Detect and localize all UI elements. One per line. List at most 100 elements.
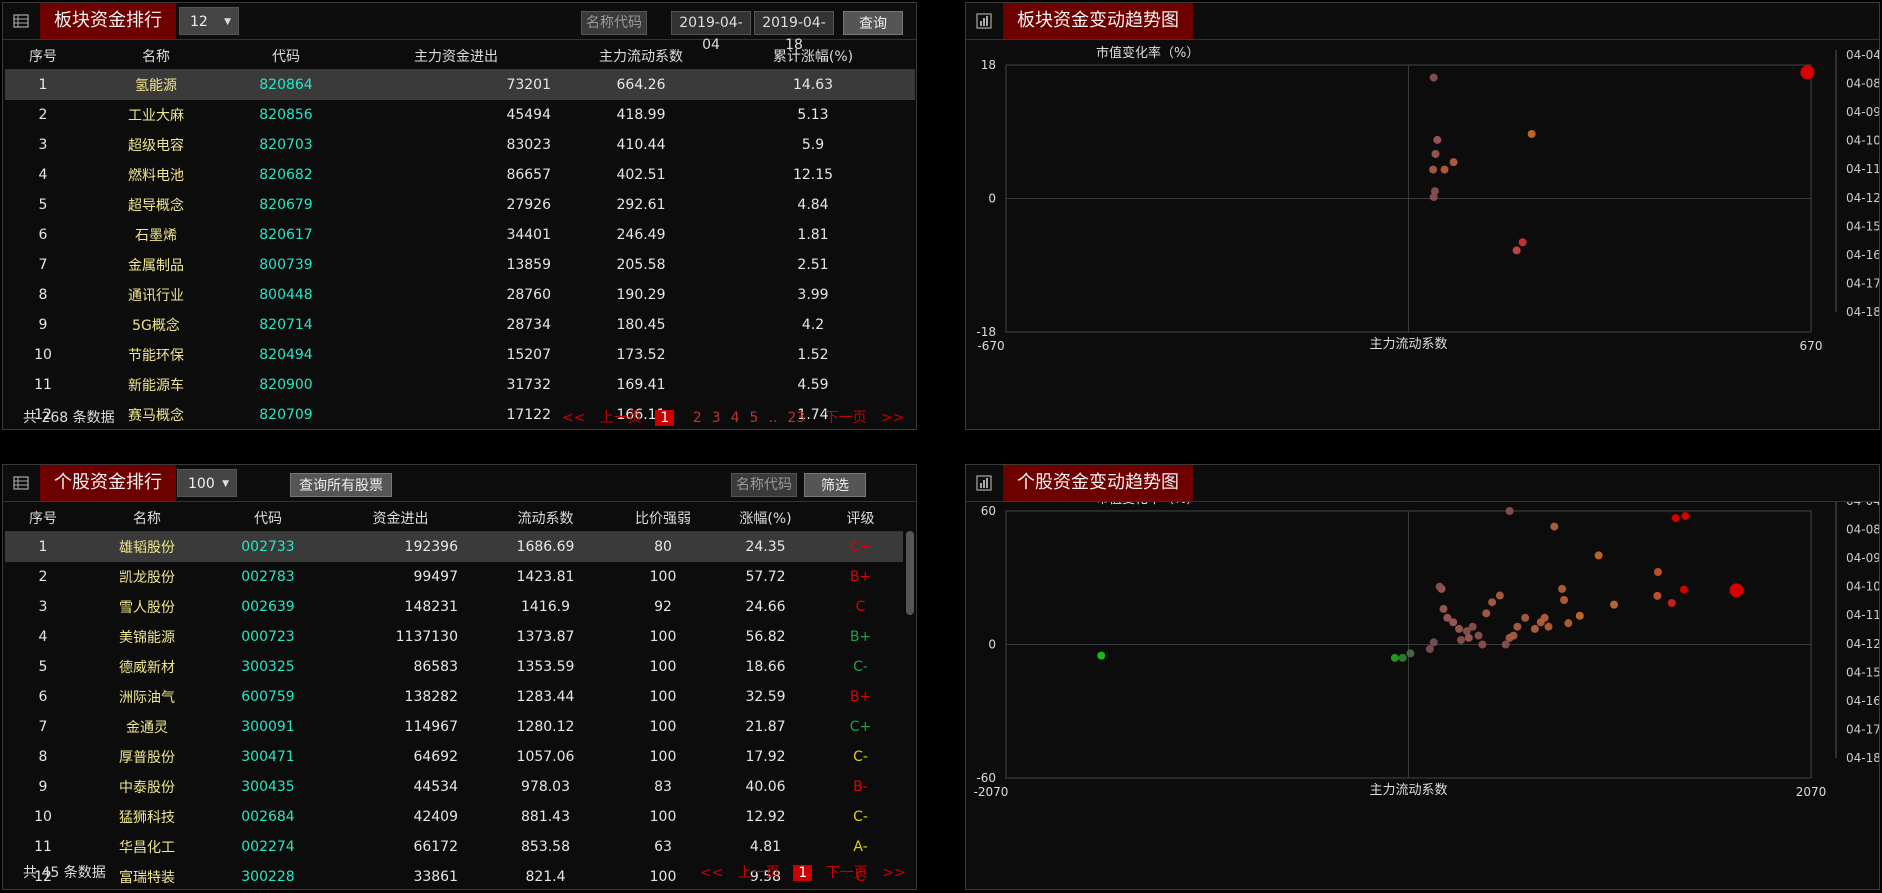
table-row[interactable]: 6 石墨烯 820617 34401 246.49 1.81 bbox=[5, 220, 915, 250]
scatter-point[interactable] bbox=[1512, 246, 1521, 255]
table-row[interactable]: 11 新能源车 820900 31732 169.41 4.59 bbox=[5, 370, 915, 400]
table-row[interactable]: 10 节能环保 820494 15207 173.52 1.52 bbox=[5, 340, 915, 370]
column-header[interactable]: 流动系数 bbox=[478, 505, 613, 532]
table-row[interactable]: 10 猛狮科技 002684 42409 881.43 100 12.92 C- bbox=[5, 802, 903, 832]
pager-prev-button[interactable]: 上一页 bbox=[600, 407, 642, 427]
timeline-date[interactable]: 04-15 bbox=[1846, 219, 1879, 233]
table-row[interactable]: 7 金通灵 300091 114967 1280.12 100 21.87 C+ bbox=[5, 712, 903, 742]
pager-page-link[interactable]: 3 bbox=[712, 410, 721, 426]
query-all-stocks-button[interactable]: 查询所有股票 bbox=[290, 473, 392, 497]
table-row[interactable]: 9 中泰股份 300435 44534 978.03 83 40.06 B- bbox=[5, 772, 903, 802]
column-header[interactable]: 主力资金进出 bbox=[341, 43, 571, 70]
timeline-date[interactable]: 04-09 bbox=[1846, 105, 1879, 119]
scatter-point[interactable] bbox=[1501, 640, 1510, 649]
timeline-date[interactable]: 04-04 bbox=[1846, 48, 1879, 62]
scatter-point[interactable] bbox=[1431, 150, 1440, 158]
pager-page-link[interactable]: 23 bbox=[787, 410, 805, 426]
timeline-date[interactable]: 04-08 bbox=[1846, 523, 1879, 537]
scatter-point[interactable] bbox=[1425, 644, 1434, 653]
scatter-point[interactable] bbox=[1653, 591, 1662, 600]
column-header[interactable]: 涨幅(%) bbox=[713, 505, 818, 532]
column-header[interactable]: 主力流动系数 bbox=[571, 43, 711, 70]
scatter-point[interactable] bbox=[1558, 584, 1567, 593]
scatter-point[interactable] bbox=[1667, 598, 1676, 607]
scatter-point[interactable] bbox=[1560, 596, 1569, 604]
table-row[interactable]: 9 5G概念 820714 28734 180.45 4.2 bbox=[5, 310, 915, 340]
scatter-point[interactable] bbox=[1462, 627, 1471, 636]
scatter-point[interactable] bbox=[1429, 165, 1438, 174]
sector-page-size-select[interactable]: 12 ▼ bbox=[179, 7, 239, 35]
stock-search-input[interactable]: 名称代码 bbox=[731, 473, 797, 497]
timeline-date[interactable]: 04-08 bbox=[1846, 77, 1879, 91]
pager-first-button[interactable]: << bbox=[700, 865, 723, 881]
scatter-point[interactable] bbox=[1455, 624, 1464, 633]
table-row[interactable]: 3 雪人股份 002639 148231 1416.9 92 24.66 C bbox=[5, 592, 903, 622]
timeline-date[interactable]: 04-04 bbox=[1846, 502, 1879, 508]
scatter-point[interactable] bbox=[1505, 633, 1514, 642]
pager-prev-button[interactable]: 上一页 bbox=[738, 862, 780, 882]
sector-search-input[interactable]: 名称代码 bbox=[581, 11, 647, 35]
column-header[interactable]: 资金进出 bbox=[323, 505, 478, 532]
scatter-point[interactable] bbox=[1495, 591, 1504, 600]
timeline-date[interactable]: 04-09 bbox=[1846, 551, 1879, 565]
timeline-date[interactable]: 04-18 bbox=[1846, 751, 1879, 765]
scatter-point[interactable] bbox=[1653, 567, 1662, 576]
scatter-point[interactable] bbox=[1439, 604, 1448, 613]
column-header[interactable]: 序号 bbox=[5, 43, 81, 70]
scatter-point[interactable] bbox=[1671, 514, 1680, 523]
table-row[interactable]: 5 德威新材 300325 86583 1353.59 100 18.66 C- bbox=[5, 652, 903, 682]
pager-first-button[interactable]: << bbox=[562, 410, 585, 426]
table-row[interactable]: 5 超导概念 820679 27926 292.61 4.84 bbox=[5, 190, 915, 220]
scatter-point[interactable] bbox=[1443, 613, 1452, 622]
timeline-date[interactable]: 04-16 bbox=[1846, 248, 1879, 262]
scatter-point[interactable] bbox=[1505, 507, 1514, 515]
column-header[interactable]: 累计涨幅(%) bbox=[711, 43, 915, 70]
scatter-point[interactable] bbox=[1518, 238, 1527, 247]
timeline-date[interactable]: 04-15 bbox=[1846, 665, 1879, 679]
timeline-date[interactable]: 04-12 bbox=[1846, 637, 1879, 651]
scatter-point[interactable] bbox=[1429, 638, 1438, 647]
column-header[interactable]: 序号 bbox=[5, 505, 81, 532]
timeline-date[interactable]: 04-17 bbox=[1846, 276, 1879, 290]
pager-current-page[interactable]: 1 bbox=[793, 865, 813, 881]
pager-last-button[interactable]: >> bbox=[882, 865, 905, 881]
table-row[interactable]: 11 华昌化工 002274 66172 853.58 63 4.81 A- bbox=[5, 832, 903, 862]
pager-next-button[interactable]: 下一页 bbox=[826, 862, 868, 882]
scatter-point[interactable] bbox=[1530, 624, 1539, 633]
table-row[interactable]: 6 洲际油气 600759 138282 1283.44 100 32.59 B+ bbox=[5, 682, 903, 712]
table-row[interactable]: 4 美锦能源 000723 1137130 1373.87 100 56.82 B+ bbox=[5, 622, 903, 652]
scatter-point[interactable] bbox=[1435, 582, 1444, 591]
timeline-date[interactable]: 04-18 bbox=[1846, 305, 1879, 319]
stock-table-scrollbar[interactable] bbox=[906, 531, 914, 615]
pager-next-button[interactable]: 下一页 bbox=[825, 407, 867, 427]
pager-page-link[interactable]: .. bbox=[768, 410, 777, 426]
timeline-date[interactable]: 04-11 bbox=[1846, 162, 1879, 176]
column-header[interactable]: 代码 bbox=[213, 505, 323, 532]
pager-page-link[interactable]: 5 bbox=[750, 410, 759, 426]
table-row[interactable]: 1 氢能源 820864 73201 664.26 14.63 bbox=[5, 69, 915, 100]
pager-page-link[interactable]: 4 bbox=[731, 410, 740, 426]
scatter-point[interactable] bbox=[1564, 619, 1573, 628]
scatter-point[interactable] bbox=[1433, 135, 1442, 144]
sector-query-button[interactable]: 查询 bbox=[843, 11, 903, 35]
scatter-point[interactable] bbox=[1536, 618, 1545, 627]
stock-filter-button[interactable]: 筛选 bbox=[804, 473, 866, 497]
scatter-point[interactable] bbox=[1527, 129, 1536, 138]
scatter-point[interactable] bbox=[1680, 585, 1689, 594]
scatter-point[interactable] bbox=[1550, 522, 1559, 531]
column-header[interactable]: 比价强弱 bbox=[613, 505, 713, 532]
scatter-point[interactable] bbox=[1449, 158, 1458, 167]
column-header[interactable]: 评级 bbox=[818, 505, 903, 532]
stock-page-size-select[interactable]: 100 ▼ bbox=[177, 469, 237, 497]
pager-current-page[interactable]: 1 bbox=[655, 410, 675, 426]
scatter-point[interactable] bbox=[1681, 512, 1690, 521]
scatter-point[interactable] bbox=[1406, 649, 1415, 658]
scatter-point[interactable] bbox=[1457, 636, 1465, 645]
scatter-point[interactable] bbox=[1544, 622, 1553, 631]
scatter-point[interactable] bbox=[1440, 165, 1449, 174]
column-header[interactable]: 名称 bbox=[81, 43, 231, 70]
scatter-point[interactable] bbox=[1488, 598, 1497, 607]
scatter-point[interactable] bbox=[1800, 65, 1815, 80]
table-row[interactable]: 2 工业大麻 820856 45494 418.99 5.13 bbox=[5, 100, 915, 130]
timeline-date[interactable]: 04-17 bbox=[1846, 722, 1879, 736]
